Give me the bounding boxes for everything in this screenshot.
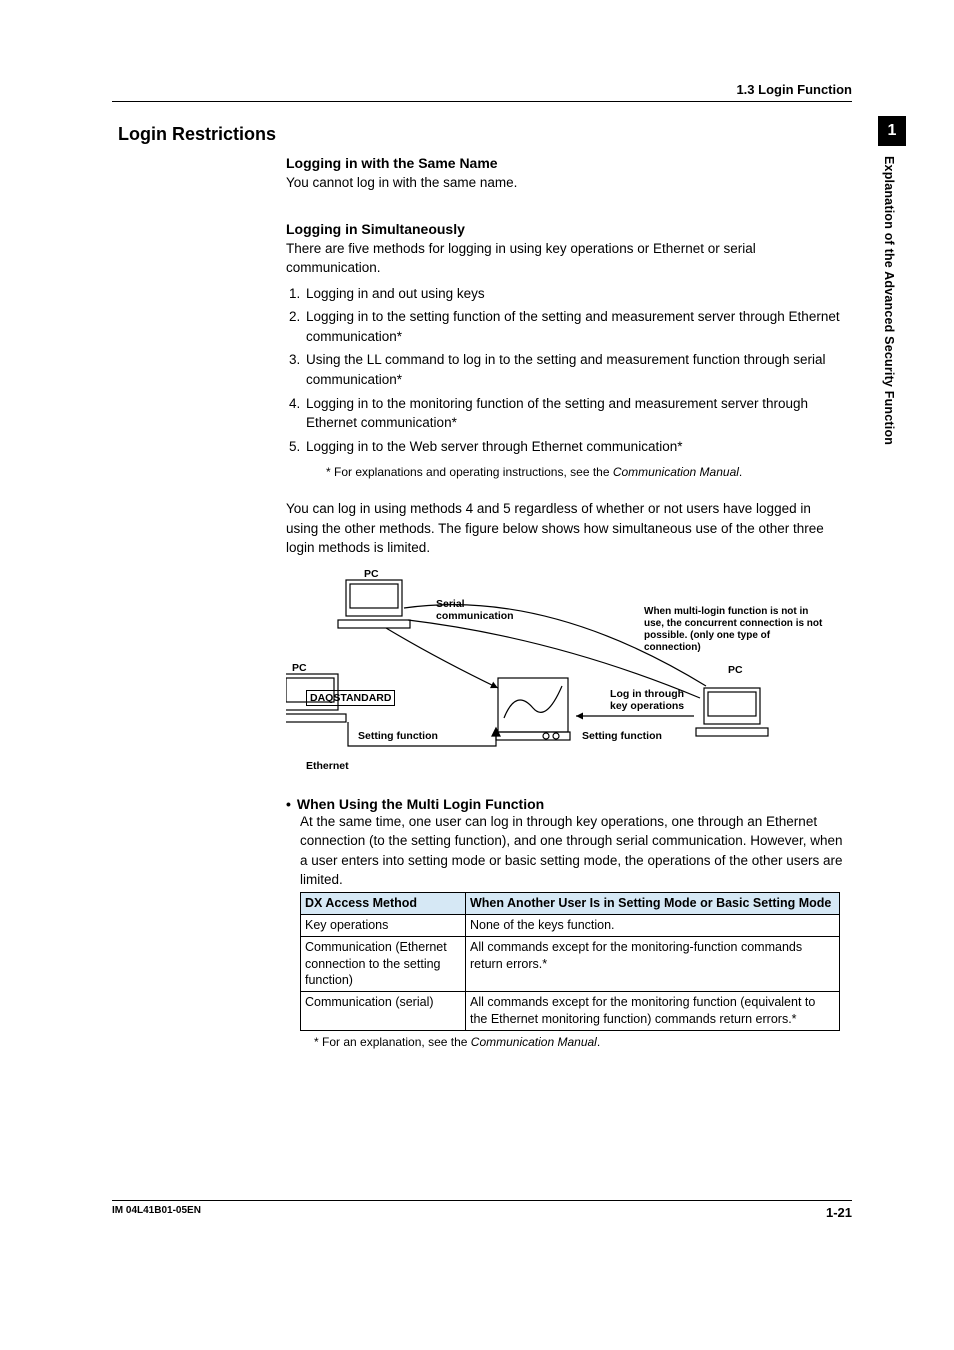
subhead-same-name: Logging in with the Same Name [286,155,846,171]
footnote-table: * For an explanation, see the Communicat… [314,1035,846,1049]
list-item: Logging in to the Web server through Eth… [304,437,846,457]
chapter-label: Explanation of the Advanced Security Fun… [878,156,896,445]
diagram-daq: DAQSTANDARD [306,690,395,706]
text-sim-after: You can log in using methods 4 and 5 reg… [286,499,846,558]
diagram-pc-left: PC [292,662,307,674]
diagram-pc-right: PC [728,664,743,676]
page-title: Login Restrictions [118,124,852,145]
text-same-name: You cannot log in with the same name. [286,173,846,193]
chapter-number-badge: 1 [878,116,906,146]
table-row: Key operationsNone of the keys function. [301,914,840,936]
list-item: Using the LL command to log in to the se… [304,350,846,389]
diagram-setting-left: Setting function [358,730,438,742]
text-multi-login: At the same time, one user can log in th… [300,812,846,890]
methods-list: Logging in and out using keys Logging in… [304,284,846,457]
breadcrumb: 1.3 Login Function [112,82,852,102]
diagram-keyops: Log in through key operations [610,688,684,712]
table-row: Communication (serial)All commands excep… [301,992,840,1031]
footer: IM 04L41B01-05EN 1-21 [112,1200,852,1220]
table-header: When Another User Is in Setting Mode or … [466,892,840,914]
page-body: 1.3 Login Function Login Restrictions Lo… [112,82,852,1049]
diagram-serial: Serial communication [436,598,514,622]
table-row: Communication (Ethernet connection to th… [301,936,840,992]
list-item: Logging in to the setting function of th… [304,307,846,346]
diagram-pc-top: PC [364,568,379,580]
table-header: DX Access Method [301,892,466,914]
text-sim-intro: There are five methods for logging in us… [286,239,846,278]
footnote-methods: * For explanations and operating instruc… [326,464,846,481]
subhead-multi-login: •When Using the Multi Login Function [286,796,846,812]
list-item: Logging in to the monitoring function of… [304,394,846,433]
diagram-ethernet: Ethernet [306,760,349,772]
diagram-setting-right: Setting function [582,730,662,742]
side-tab: 1 Explanation of the Advanced Security F… [878,116,906,496]
list-item: Logging in and out using keys [304,284,846,304]
login-topology-diagram: PC Serial communication When multi-login… [286,568,846,778]
diagram-warning: When multi-login function is not in use,… [644,606,824,654]
footer-doc-id: IM 04L41B01-05EN [112,1205,201,1216]
access-limits-table: DX Access Method When Another User Is in… [300,892,840,1031]
subhead-simultaneous: Logging in Simultaneously [286,221,846,237]
footer-page-number: 1-21 [826,1205,852,1220]
